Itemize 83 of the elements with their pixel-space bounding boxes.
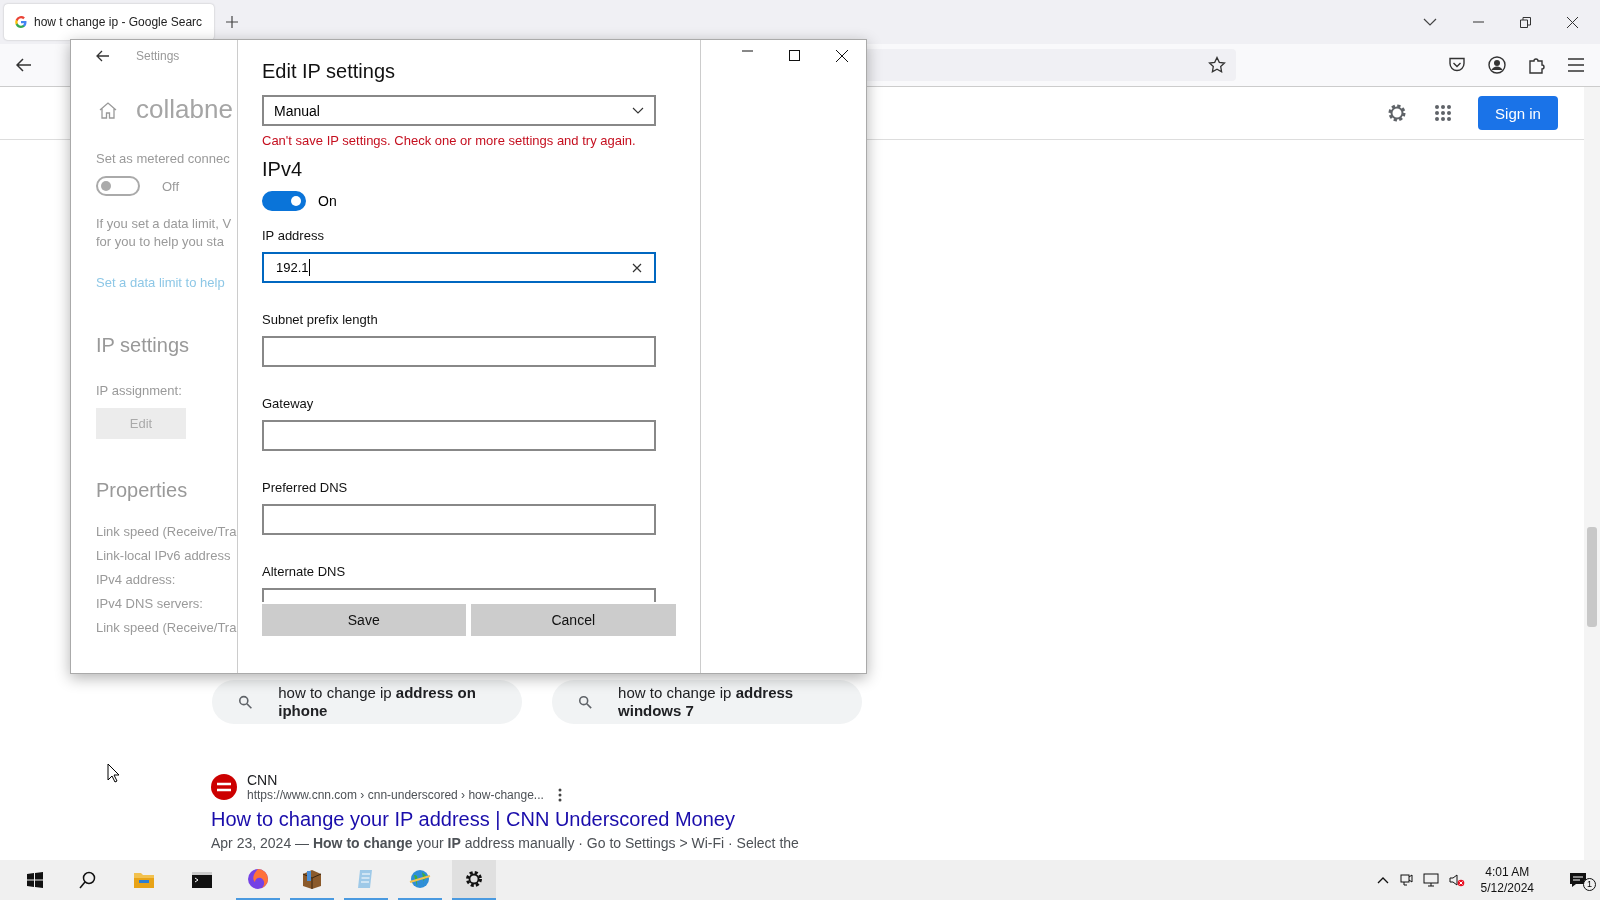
google-icon	[14, 15, 28, 29]
chevron-up-icon[interactable]	[1376, 876, 1389, 884]
input-field[interactable]	[262, 420, 656, 451]
star-icon[interactable]	[1208, 56, 1226, 74]
clock-time[interactable]: 4:01 AM	[1485, 864, 1530, 880]
property-label: IPv4 DNS servers:	[96, 596, 204, 611]
notification-count: 1	[1583, 878, 1596, 891]
dialog-button[interactable]: Cancel	[470, 604, 676, 636]
related-search-text: how to change ip address on iphone	[278, 684, 477, 720]
dialog-button[interactable]: Save	[262, 604, 466, 636]
puzzle-icon[interactable]	[1528, 56, 1546, 74]
back-icon[interactable]	[16, 58, 32, 72]
restore-icon[interactable]	[1520, 16, 1531, 28]
window-title: Settings	[136, 49, 180, 63]
field-label: IP address	[262, 228, 325, 243]
description-text: If you set a data limit, V	[96, 216, 233, 231]
result-url: https://www.cnn.com › cnn-underscored › how-change...	[247, 788, 544, 802]
apps-icon[interactable]	[1434, 104, 1452, 122]
home-icon[interactable]	[98, 100, 118, 119]
clear-icon[interactable]	[632, 262, 642, 273]
search-icon	[238, 694, 253, 710]
archive-icon[interactable]	[301, 868, 323, 890]
assignment-dropdown[interactable]: Manual	[262, 95, 656, 126]
folder-icon[interactable]	[133, 871, 155, 889]
site-logo-icon	[211, 774, 237, 800]
toggle-switch[interactable]	[262, 191, 306, 211]
description-text: for you to help you sta	[96, 234, 225, 249]
clock-date[interactable]: 5/12/2024	[1480, 880, 1534, 896]
error-message: Can't save IP settings. Check one or more settings and try again.	[262, 133, 637, 148]
network-icon[interactable]	[1422, 873, 1439, 887]
close-icon[interactable]	[836, 50, 848, 62]
globe-icon[interactable]	[409, 868, 431, 890]
search-icon[interactable]	[79, 871, 97, 889]
property-label: Link speed (Receive/Tra	[96, 620, 237, 635]
section-heading: Properties	[96, 479, 189, 502]
scrollbar[interactable]	[1584, 87, 1600, 860]
firefox-icon[interactable]	[247, 868, 269, 890]
toggle-state: Off	[162, 178, 180, 194]
search-icon	[578, 694, 593, 710]
maximize-icon[interactable]	[789, 50, 800, 61]
notification-icon[interactable]	[1569, 872, 1587, 888]
field-label: Preferred DNS	[262, 480, 349, 495]
pocket-icon[interactable]	[1448, 57, 1466, 73]
related-search-chip[interactable]: how to change ip address windows 7	[552, 680, 862, 724]
field-label: Gateway	[262, 396, 315, 411]
section-heading: IP settings	[96, 334, 191, 357]
more-icon[interactable]	[557, 788, 562, 802]
settings-icon[interactable]	[1386, 102, 1408, 124]
browser-tab[interactable]: how t change ip - Google Searc	[4, 4, 214, 40]
input-field[interactable]	[262, 504, 656, 535]
setting-label: Set as metered connec	[96, 151, 231, 166]
chevron-down-icon	[632, 107, 644, 114]
property-label: Link-local IPv6 address	[96, 548, 232, 563]
input-field[interactable]: 192.1	[262, 252, 656, 283]
new-tab-icon[interactable]	[226, 16, 238, 28]
terminal-icon[interactable]	[191, 871, 213, 889]
sign-in-button[interactable]: Sign in	[1478, 96, 1558, 130]
page-title: collabne	[136, 94, 233, 125]
input-field[interactable]	[262, 336, 656, 367]
account-icon[interactable]	[1488, 56, 1506, 74]
property-label: IPv4 address:	[96, 572, 177, 587]
settings-icon[interactable]	[464, 869, 484, 889]
property-label: Link speed (Receive/Tra	[96, 524, 237, 539]
toggle-state: On	[318, 193, 337, 209]
back-icon[interactable]	[96, 50, 110, 62]
chevron-down-icon[interactable]	[1423, 18, 1437, 26]
meet-icon[interactable]	[1398, 873, 1413, 887]
start-icon[interactable]	[27, 872, 43, 888]
toggle-switch[interactable]	[96, 176, 140, 196]
result-snippet: Apr 23, 2024 — How to change your IP address manually · Go to Settings > Wi-Fi · Select the	[211, 835, 800, 851]
close-icon[interactable]	[1567, 16, 1578, 28]
setting-label: IP assignment:	[96, 383, 183, 398]
muted-speaker-icon[interactable]	[1448, 873, 1465, 887]
menu-icon[interactable]	[1568, 58, 1584, 72]
related-search-chip[interactable]: how to change ip address on iphone	[212, 680, 522, 724]
result-title-link[interactable]: How to change your IP address | CNN Underscored Money	[211, 808, 1584, 831]
section-heading: IPv4	[262, 158, 304, 181]
dialog-title: Edit IP settings	[262, 60, 397, 83]
field-label: Subnet prefix length	[262, 312, 379, 327]
cursor-icon	[107, 763, 120, 783]
related-search-text: how to change ip address windows 7	[618, 684, 795, 720]
field-label: Alternate DNS	[262, 564, 347, 579]
site-name: CNN	[247, 772, 279, 788]
